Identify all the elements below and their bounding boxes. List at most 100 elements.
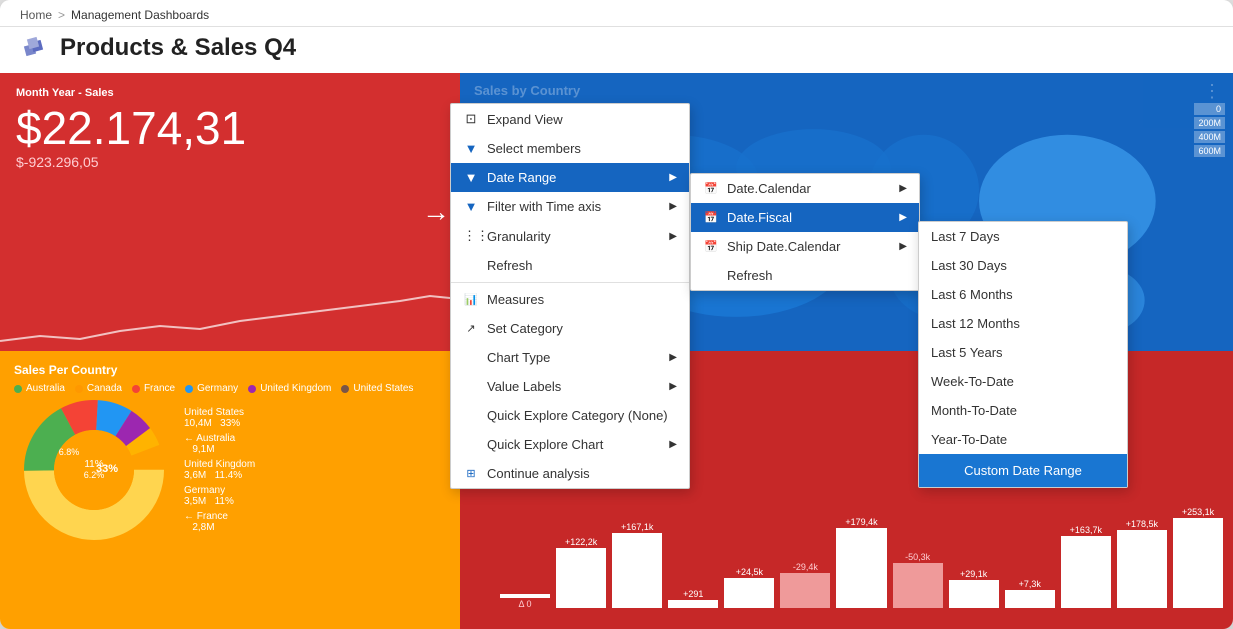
page-header: Products & Sales Q4: [0, 27, 1233, 73]
menu-label-last5y: Last 5 Years: [931, 345, 1003, 360]
map-legend-0: 0: [1194, 103, 1225, 115]
menu-label-refresh: Refresh: [487, 258, 533, 273]
wf-col-11: +178,5k: [1117, 519, 1167, 609]
wf-label-0: Δ 0: [519, 599, 532, 609]
menu-ship-date-cal[interactable]: 📅 Ship Date.Calendar ▶: [691, 232, 919, 261]
menu-label-last30: Last 30 Days: [931, 258, 1007, 273]
chevron-icon-chart: ▶: [669, 352, 677, 363]
menu-date-fiscal[interactable]: 📅 Date.Fiscal ▶: [691, 203, 919, 232]
widget-month-year-sales: Month Year - Sales $22.174,31 $-923.296,…: [0, 73, 460, 351]
chevron-icon-filter: ▶: [669, 201, 677, 212]
expand-icon: ⊡: [463, 111, 479, 127]
widget-sales-value: $22.174,31: [16, 103, 444, 154]
context-menu-date-dims[interactable]: 📅 Date.Calendar ▶ 📅 Date.Fiscal ▶ 📅 Ship…: [690, 173, 920, 291]
menu-label-ytd: Year-To-Date: [931, 432, 1007, 447]
menu-date-refresh[interactable]: Refresh: [691, 261, 919, 290]
filter-icon-2: ▼: [463, 170, 479, 185]
map-legend-400m: 400M: [1194, 131, 1225, 143]
wf-val-4: +24,5k: [736, 567, 763, 577]
wf-col-7: -50,3k: [893, 552, 943, 609]
chevron-icon-val: ▶: [669, 381, 677, 392]
wf-val-9: +7,3k: [1019, 579, 1041, 589]
menu-chart-type[interactable]: Chart Type ▶: [451, 343, 689, 372]
menu-continue-analysis[interactable]: ⊞ Continue analysis: [451, 459, 689, 488]
wf-val-8: +29,1k: [960, 569, 987, 579]
menu-last-12m[interactable]: Last 12 Months: [919, 309, 1127, 338]
pie-label-australia: ← Australia 9,1M: [184, 433, 255, 455]
menu-label-last6m: Last 6 Months: [931, 287, 1013, 302]
wf-col-8: +29,1k: [949, 569, 999, 609]
measures-icon: 📊: [463, 293, 479, 306]
menu-date-calendar[interactable]: 📅 Date.Calendar ▶: [691, 174, 919, 203]
legend-us: United States: [341, 383, 413, 394]
map-legend: 0 200M 400M 600M: [1194, 103, 1225, 157]
menu-label-date-refresh: Refresh: [727, 268, 773, 283]
wf-col-2: +167,1k: [612, 522, 662, 609]
page-icon: [20, 33, 50, 63]
legend-uk: United Kingdom: [248, 383, 331, 394]
menu-quick-explore-cat[interactable]: Quick Explore Category (None): [451, 401, 689, 430]
menu-year-to-date[interactable]: Year-To-Date: [919, 425, 1127, 454]
arrow-right-icon: →: [422, 196, 450, 228]
svg-text:33%: 33%: [96, 463, 118, 475]
menu-quick-explore-chart[interactable]: Quick Explore Chart ▶: [451, 430, 689, 459]
chevron-date-fiscal: ▶: [899, 212, 907, 223]
menu-last-5y[interactable]: Last 5 Years: [919, 338, 1127, 367]
menu-filter-time[interactable]: ▼ Filter with Time axis ▶: [451, 192, 689, 221]
pie-label-france: ← France 2,8M: [184, 511, 255, 533]
menu-month-to-date[interactable]: Month-To-Date: [919, 396, 1127, 425]
widget-sales-title: Month Year - Sales: [16, 87, 444, 99]
custom-date-range-button[interactable]: Custom Date Range: [919, 454, 1127, 487]
svg-text:6.8%: 6.8%: [59, 447, 80, 457]
menu-label-last7: Last 7 Days: [931, 229, 1000, 244]
menu-label-date-range: Date Range: [487, 170, 556, 185]
menu-measures[interactable]: 📊 Measures: [451, 285, 689, 314]
pie-legend: Australia Canada France Germany United K…: [14, 383, 446, 394]
map-legend-200m: 200M: [1194, 117, 1225, 129]
menu-set-category[interactable]: ↗ Set Category: [451, 314, 689, 343]
wf-val-5: -29,4k: [793, 562, 818, 572]
chevron-icon-date: ▶: [669, 172, 677, 183]
menu-last-30[interactable]: Last 30 Days: [919, 251, 1127, 280]
menu-last-6m[interactable]: Last 6 Months: [919, 280, 1127, 309]
wf-col-4: +24,5k: [724, 567, 774, 609]
menu-label-continue: Continue analysis: [487, 466, 590, 481]
wf-val-6: +179,4k: [845, 517, 877, 527]
menu-last-7[interactable]: Last 7 Days: [919, 222, 1127, 251]
pie-label-us: United States10,4M 33%: [184, 407, 255, 429]
page-title: Products & Sales Q4: [60, 34, 296, 62]
granularity-icon: ⋮⋮: [463, 228, 479, 244]
chevron-icon-qe: ▶: [669, 439, 677, 450]
pie-label-uk: United Kingdom3,6M 11.4%: [184, 459, 255, 481]
wf-col-9: +7,3k: [1005, 579, 1055, 609]
filter-icon-3: ▼: [463, 199, 479, 214]
context-menu-primary[interactable]: ⊡ Expand View ▼ Select members ▼ Date Ra…: [450, 103, 690, 489]
chevron-date-cal: ▶: [899, 183, 907, 194]
calendar-icon-1: 📅: [703, 182, 719, 195]
main-content: Month Year - Sales $22.174,31 $-923.296,…: [0, 73, 1233, 629]
menu-label-date-cal: Date.Calendar: [727, 181, 811, 196]
chevron-ship-cal: ▶: [899, 241, 907, 252]
legend-france: France: [132, 383, 175, 394]
wf-val-12: +253,1k: [1182, 507, 1214, 517]
chevron-icon-gran: ▶: [669, 231, 677, 242]
continue-icon: ⊞: [463, 467, 479, 480]
menu-refresh[interactable]: Refresh: [451, 251, 689, 280]
filter-icon-1: ▼: [463, 141, 479, 156]
set-cat-icon: ↗: [463, 322, 479, 335]
menu-select-members[interactable]: ▼ Select members: [451, 134, 689, 163]
pie-labels: United States10,4M 33% ← Australia 9,1M …: [184, 407, 255, 533]
menu-label-val-labels: Value Labels: [487, 379, 561, 394]
calendar-icon-2: 📅: [703, 211, 719, 224]
menu-granularity[interactable]: ⋮⋮ Granularity ▶: [451, 221, 689, 251]
menu-week-to-date[interactable]: Week-To-Date: [919, 367, 1127, 396]
menu-value-labels[interactable]: Value Labels ▶: [451, 372, 689, 401]
map-legend-600m: 600M: [1194, 145, 1225, 157]
wf-col-1: +122,2k: [556, 537, 606, 609]
menu-date-range[interactable]: ▼ Date Range ▶: [451, 163, 689, 192]
legend-germany: Germany: [185, 383, 238, 394]
menu-label-last12m: Last 12 Months: [931, 316, 1020, 331]
breadcrumb-home[interactable]: Home: [20, 8, 52, 22]
context-menu-date-ranges[interactable]: Last 7 Days Last 30 Days Last 6 Months L…: [918, 221, 1128, 488]
menu-expand-view[interactable]: ⊡ Expand View: [451, 104, 689, 134]
